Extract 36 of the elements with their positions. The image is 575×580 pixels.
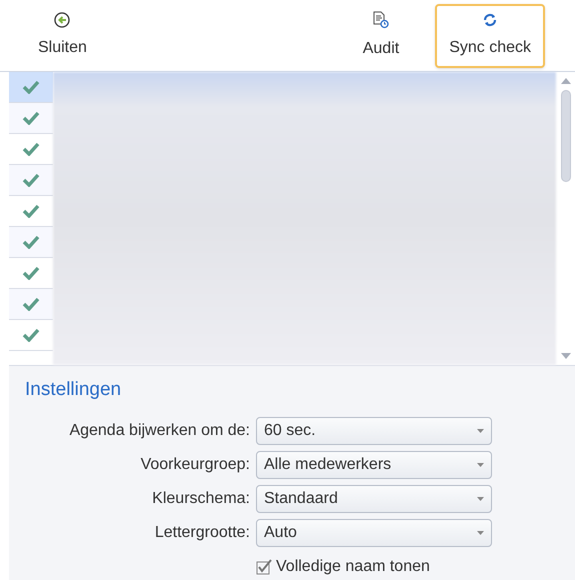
check-icon bbox=[22, 328, 40, 342]
section-title: Instellingen bbox=[25, 378, 122, 402]
dropdown[interactable]: Auto bbox=[256, 518, 492, 546]
dropdown[interactable]: Standaard bbox=[256, 484, 492, 512]
check-icon bbox=[22, 204, 40, 218]
check-icon bbox=[22, 235, 40, 249]
check-icon bbox=[22, 80, 40, 94]
list-row-marker[interactable] bbox=[9, 103, 53, 134]
field-label: Kleurschema: bbox=[151, 488, 250, 508]
caret-icon bbox=[477, 530, 484, 534]
toolbar-button[interactable]: Audit bbox=[348, 2, 414, 68]
dropdown[interactable]: Alle medewerkers bbox=[256, 450, 492, 478]
document-clock-icon bbox=[372, 10, 389, 28]
field-label: Voorkeurgroep: bbox=[140, 454, 250, 474]
list-row-marker[interactable] bbox=[9, 289, 53, 320]
sync-icon bbox=[482, 12, 498, 28]
list-row-marker[interactable] bbox=[9, 72, 53, 103]
check-icon bbox=[22, 142, 40, 156]
caret-icon bbox=[477, 428, 484, 432]
check-icon bbox=[22, 173, 40, 187]
list-row-marker[interactable] bbox=[9, 227, 53, 258]
field-label: Agenda bijwerken om de: bbox=[68, 420, 250, 440]
scroll-up-icon[interactable] bbox=[560, 76, 572, 86]
list-row-marker[interactable] bbox=[9, 165, 53, 196]
caret-icon bbox=[477, 496, 484, 500]
check-icon bbox=[22, 266, 40, 280]
checkbox[interactable]: Volledige naam tonen bbox=[256, 554, 492, 578]
toolbar-button[interactable]: Sluiten bbox=[24, 4, 101, 68]
check-icon bbox=[22, 111, 40, 125]
scroll-down-icon[interactable] bbox=[560, 351, 572, 361]
toolbar-button[interactable]: Sync check bbox=[435, 4, 545, 68]
dropdown[interactable]: 60 sec. bbox=[256, 416, 492, 444]
scrollbar-thumb[interactable] bbox=[560, 90, 570, 182]
caret-icon bbox=[477, 462, 484, 466]
check-icon bbox=[22, 297, 40, 311]
field-label: Lettergrootte: bbox=[154, 522, 250, 542]
